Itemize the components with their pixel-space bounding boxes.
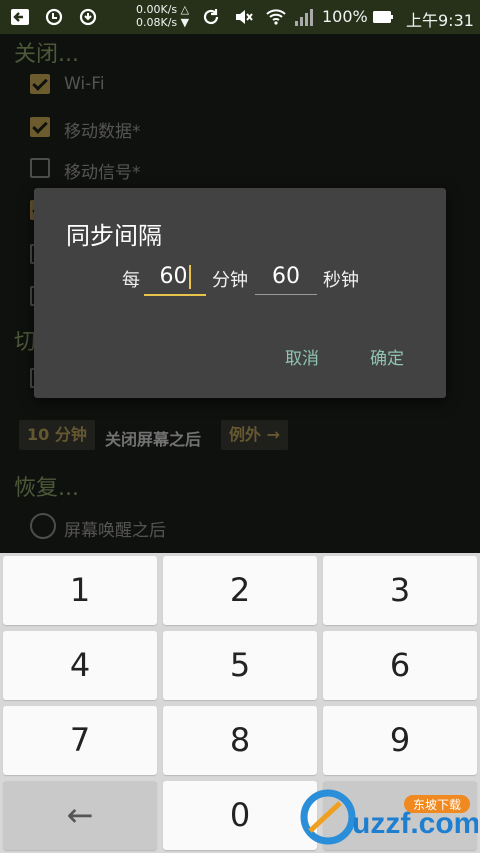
sync-icon: [45, 8, 63, 26]
sync-icon: [79, 8, 97, 26]
mute-icon: [236, 10, 253, 24]
key-6[interactable]: 6: [323, 631, 477, 700]
sync-interval-dialog: 同步间隔 每 60 分钟 60 秒钟 取消 确定: [34, 188, 446, 398]
key-3[interactable]: 3: [323, 556, 477, 625]
seconds-input[interactable]: 60: [255, 260, 317, 295]
key-9[interactable]: 9: [323, 706, 477, 775]
status-bar: 0.00K/s △ 0.08K/s ▼ 100% 上午9:31: [0, 0, 480, 34]
key-1[interactable]: 1: [3, 556, 157, 625]
seconds-unit-label: 秒钟: [323, 270, 359, 291]
uzzf-watermark-logo: uzzf.com 东坡下载: [300, 789, 478, 845]
ok-button[interactable]: 确定: [370, 344, 404, 369]
network-speed: 0.00K/s △ 0.08K/s ▼: [136, 3, 190, 29]
key-5[interactable]: 5: [163, 631, 317, 700]
key-2[interactable]: 2: [163, 556, 317, 625]
battery-text: 100%: [322, 7, 368, 26]
key-4[interactable]: 4: [3, 631, 157, 700]
back-box-icon: [11, 9, 29, 25]
svg-text:东坡下载: 东坡下载: [413, 798, 461, 812]
minutes-input[interactable]: 60: [144, 260, 206, 296]
dialog-title: 同步间隔: [66, 222, 162, 250]
backspace-key[interactable]: ←: [3, 781, 157, 850]
battery-icon: [373, 11, 393, 23]
wifi-icon: [266, 9, 286, 25]
key-0[interactable]: 0: [163, 781, 317, 850]
text-cursor: [188, 265, 191, 289]
minutes-unit-label: 分钟: [212, 270, 248, 291]
clock: 上午9:31: [406, 11, 474, 30]
key-7[interactable]: 7: [3, 706, 157, 775]
every-label: 每: [122, 270, 140, 291]
signal-icon: [295, 9, 313, 26]
refresh-icon: [203, 9, 219, 25]
key-8[interactable]: 8: [163, 706, 317, 775]
cancel-button[interactable]: 取消: [285, 344, 319, 369]
